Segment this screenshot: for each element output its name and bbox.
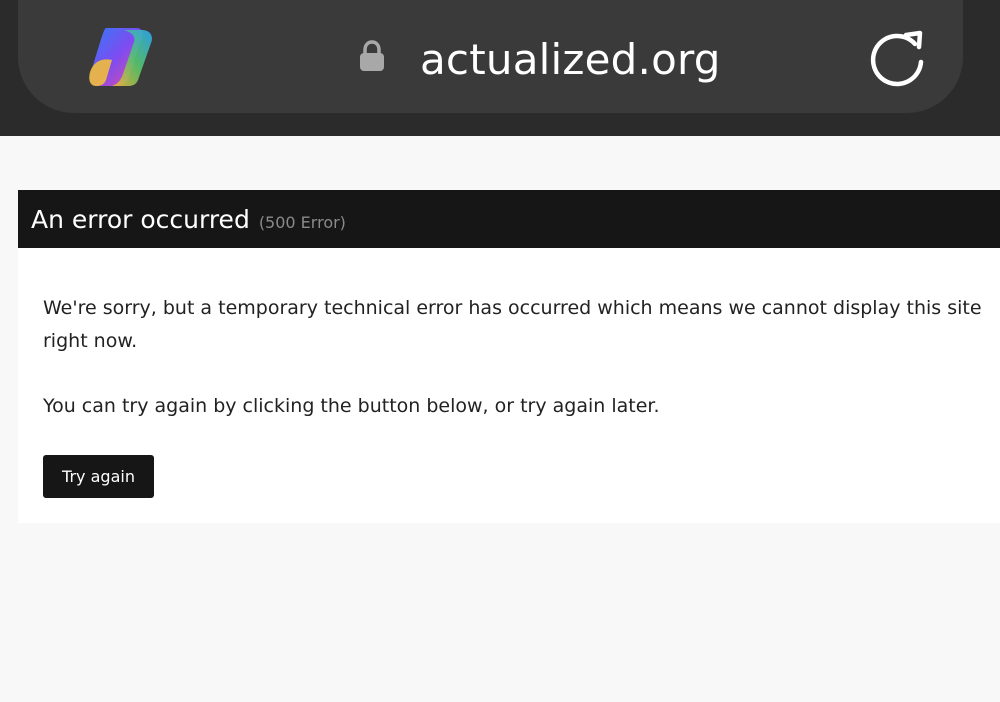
copilot-logo-icon[interactable] <box>84 24 156 90</box>
retry-message: You can try again by clicking the button… <box>43 395 660 417</box>
error-message: We're sorry, but a temporary technical e… <box>43 297 982 352</box>
error-code: (500 Error) <box>258 212 346 232</box>
browser-toolbar: actualized.org <box>0 0 1000 136</box>
page-content: An error occurred (500 Error) We're sorr… <box>0 136 1000 702</box>
error-header: An error occurred (500 Error) <box>18 190 1000 248</box>
error-panel: An error occurred (500 Error) We're sorr… <box>18 190 1000 523</box>
try-again-button[interactable]: Try again <box>43 455 154 498</box>
address-bar[interactable]: actualized.org <box>18 0 963 113</box>
lock-icon <box>360 40 384 71</box>
error-title: An error occurred <box>31 204 250 234</box>
url-text[interactable]: actualized.org <box>420 30 721 90</box>
reload-icon[interactable] <box>864 26 930 90</box>
